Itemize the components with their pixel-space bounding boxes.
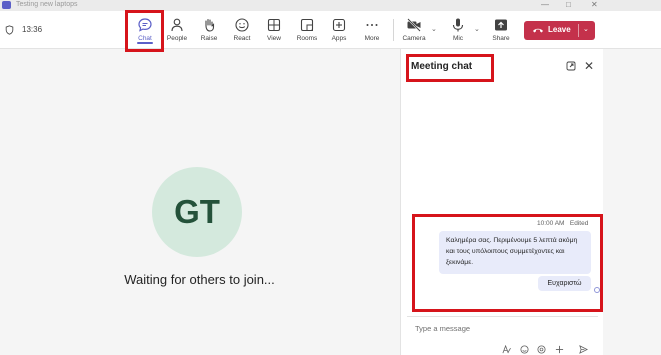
toolbar-camera-label: Camera [402, 35, 426, 42]
plus-icon [332, 18, 346, 32]
emoji-icon[interactable] [520, 345, 529, 354]
message-input[interactable] [415, 321, 585, 335]
highlight-box-chat-messages [412, 214, 603, 312]
toolbar-view-button[interactable]: View [258, 14, 290, 46]
leave-button-label: Leave [548, 25, 571, 34]
highlight-box-chat-button [125, 10, 164, 52]
format-icon[interactable] [502, 345, 511, 354]
loop-icon[interactable] [537, 345, 546, 354]
toolbar-raise-button[interactable]: Raise [193, 14, 225, 46]
meeting-timer: 13:36 [22, 25, 43, 34]
leave-button[interactable]: Leave ⌄ [524, 21, 595, 40]
toolbar-mic-label: Mic [452, 35, 464, 42]
camera-off-icon [407, 18, 421, 32]
meeting-stage: GT Waiting for others to join... [0, 49, 399, 355]
toolbar-apps-button[interactable]: Apps [323, 14, 355, 46]
people-icon [171, 18, 183, 32]
toolbar-apps-label: Apps [331, 35, 347, 42]
hand-icon [205, 18, 215, 32]
toolbar-more-label: More [364, 35, 380, 42]
toolbar-people-button[interactable]: People [161, 14, 193, 46]
toolbar-more-button[interactable]: More [356, 14, 388, 46]
avatar: GT [152, 167, 242, 257]
mic-options-chevron-icon[interactable]: ⌄ [474, 25, 480, 33]
toolbar-people-label: People [166, 35, 188, 42]
attach-plus-icon[interactable] [555, 345, 564, 354]
compose-box [407, 316, 598, 355]
toolbar-camera-button[interactable]: Camera [398, 14, 430, 46]
toolbar-divider [393, 19, 394, 41]
minimize-icon[interactable]: — [541, 0, 549, 10]
maximize-icon[interactable]: □ [566, 0, 571, 10]
highlight-box-panel-title [406, 54, 494, 82]
toolbar-raise-label: Raise [200, 35, 218, 42]
waiting-message: Waiting for others to join... [124, 272, 275, 287]
toolbar-share-button[interactable]: Share [485, 14, 517, 46]
smiley-icon [235, 18, 249, 32]
mic-icon [452, 18, 464, 32]
share-icon [495, 19, 507, 31]
toolbar-rooms-label: Rooms [296, 35, 318, 42]
toolbar-view-label: View [267, 35, 281, 42]
leave-button-divider [578, 24, 579, 37]
window-titlebar: Testing new laptops — □ ✕ [0, 0, 661, 11]
toolbar-rooms-button[interactable]: Rooms [291, 14, 323, 46]
toolbar-mic-button[interactable]: Mic [442, 14, 474, 46]
rooms-icon [300, 18, 314, 32]
pop-out-icon[interactable] [566, 61, 576, 71]
close-icon[interactable]: ✕ [584, 59, 594, 73]
close-window-icon[interactable]: ✕ [591, 0, 598, 10]
send-icon[interactable] [579, 345, 588, 354]
window-title: Testing new laptops [16, 1, 78, 8]
hang-up-phone-icon [533, 28, 543, 33]
toolbar-share-label: Share [492, 35, 510, 42]
ellipsis-icon [366, 24, 378, 26]
grid-icon [267, 18, 281, 32]
shield-icon [5, 25, 14, 35]
toolbar-react-label: React [233, 35, 251, 42]
meeting-toolbar: 13:36 Chat People Raise React View Rooms… [0, 11, 661, 49]
teams-logo-icon [2, 1, 11, 9]
camera-options-chevron-icon[interactable]: ⌄ [431, 25, 437, 33]
leave-options-chevron-icon[interactable]: ⌄ [583, 25, 589, 33]
toolbar-react-button[interactable]: React [226, 14, 258, 46]
